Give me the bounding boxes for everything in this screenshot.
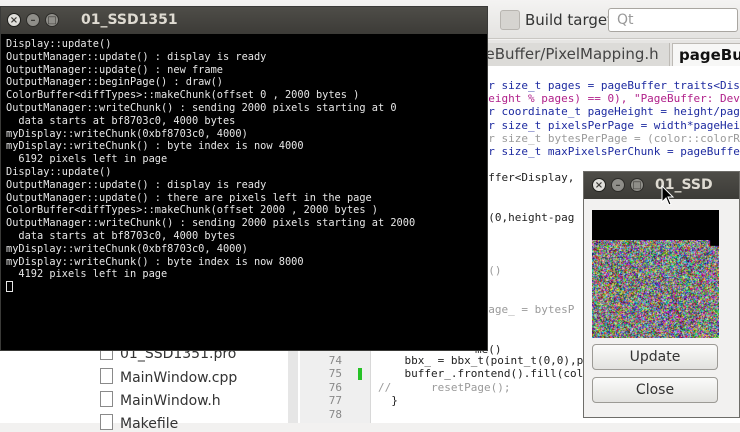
terminal-output[interactable]: Display::update() OutputManager::update()… bbox=[6, 38, 486, 348]
build-target-value: Qt bbox=[617, 12, 634, 28]
mouse-pointer-icon bbox=[661, 185, 675, 206]
terminal-line: OutputManager::beginPage() : draw() bbox=[6, 76, 223, 89]
line-number: 77 bbox=[328, 394, 342, 408]
terminal-line: data starts at bf8703c0, 4000 bytes bbox=[6, 229, 236, 242]
terminal-line: data starts at bf8703c0, 4000 bytes bbox=[6, 114, 236, 127]
editor-tabs: geBuffer/PixelMapping.h pageBuf bbox=[470, 40, 740, 67]
tree-item-makefile[interactable]: Makefile bbox=[100, 414, 178, 432]
code-line: xpr coordinate_t pageHeight = height/pag… bbox=[475, 105, 740, 119]
terminal-line: 4192 pixels left in page bbox=[6, 268, 168, 281]
line-number: 78 bbox=[328, 407, 342, 421]
display-noise bbox=[592, 240, 719, 338]
maximize-icon[interactable]: □ bbox=[630, 178, 644, 192]
code-line: (height % pages) == 0), "PageBuffer: Dev… bbox=[475, 92, 740, 106]
change-marker bbox=[358, 368, 362, 380]
terminal-line: myDisplay::writeChunk(0xbf8703c0, 4000) bbox=[6, 127, 248, 140]
tab-pagebuffer[interactable]: pageBuf bbox=[672, 43, 740, 66]
line-number: 74 bbox=[328, 354, 342, 367]
code-line: } bbox=[378, 394, 398, 408]
close-icon[interactable]: × bbox=[592, 178, 606, 192]
terminal-line: OutputManager::update() : display is rea… bbox=[6, 50, 267, 63]
code-line: xpr size_t pixelsPerPage = width*pageHei bbox=[475, 118, 740, 132]
code-line: xpr size_t bytesPerPage = (color::colorR… bbox=[475, 131, 740, 145]
app-window: × – □ 01_SSD Update Close bbox=[583, 171, 740, 418]
build-icon[interactable] bbox=[500, 10, 520, 30]
terminal-title: 01_SSD1351 bbox=[81, 12, 178, 28]
code-line: nPage_ = bytesP bbox=[475, 303, 575, 317]
file-icon bbox=[100, 414, 113, 430]
terminal-line: OutputManager::writeChunk() : sending 20… bbox=[6, 217, 416, 230]
file-icon bbox=[100, 368, 113, 384]
terminal-line: OutputManager::update() : there are pixe… bbox=[6, 191, 372, 204]
terminal-cursor bbox=[6, 281, 13, 293]
terminal-line: Display::update() bbox=[6, 38, 112, 50]
terminal-line: OutputManager::update() : display is rea… bbox=[6, 178, 267, 191]
build-target-label: Build target: bbox=[525, 11, 619, 29]
code-line: Buffer<Display, bbox=[475, 171, 575, 185]
terminal-line: ColorBuffer<diffTypes>::makeChunk(offset… bbox=[6, 204, 378, 217]
code-line: buffer_.frontend().fill(col bbox=[378, 367, 584, 381]
code-line: _t(0,height-pag bbox=[475, 211, 575, 224]
build-target-select[interactable]: Qt bbox=[608, 8, 738, 32]
code-line: xpr size_t maxPixelsPerChunk = pageBuffe bbox=[475, 145, 740, 158]
close-icon[interactable]: × bbox=[7, 13, 21, 27]
maximize-icon[interactable]: □ bbox=[45, 13, 59, 27]
code-line: // resetPage(); bbox=[378, 380, 511, 394]
code-line: bbx_ = bbx_t(point_t(0,0),p bbox=[378, 354, 584, 367]
terminal-prompt bbox=[6, 281, 486, 295]
line-number: 76 bbox=[328, 380, 342, 394]
terminal-line: myDisplay::writeChunk() : byte index is … bbox=[6, 255, 304, 268]
close-button[interactable]: Close bbox=[592, 377, 718, 403]
terminal-line: ColorBuffer<diffTypes>::makeChunk(offset… bbox=[6, 89, 360, 102]
minimize-icon[interactable]: – bbox=[26, 13, 40, 27]
minimize-icon[interactable]: – bbox=[611, 178, 625, 192]
terminal-line: myDisplay::writeChunk() : byte index is … bbox=[6, 140, 304, 153]
terminal-line: 6192 pixels left in page bbox=[6, 153, 168, 166]
update-button[interactable]: Update bbox=[592, 344, 718, 370]
terminal-line: Display::update() bbox=[6, 165, 112, 178]
code-line: xpr size_t pages = pageBuffer_traits<Dis bbox=[475, 79, 740, 92]
tree-item-mainwindow-cpp[interactable]: MainWindow.cpp bbox=[100, 368, 237, 386]
line-number: 75 bbox=[328, 367, 342, 381]
display-preview bbox=[592, 210, 719, 338]
file-icon bbox=[100, 391, 113, 407]
tree-item-mainwindow-h[interactable]: MainWindow.h bbox=[100, 391, 221, 409]
tab-pixelmapping[interactable]: geBuffer/PixelMapping.h bbox=[470, 43, 670, 66]
terminal-titlebar[interactable]: × – □ 01_SSD1351 bbox=[1, 7, 487, 34]
terminal-window: × – □ 01_SSD1351 Display::update() Output… bbox=[0, 6, 488, 351]
terminal-line: OutputManager::writeChunk() : sending 20… bbox=[6, 101, 397, 114]
terminal-line: myDisplay::writeChunk(0xbf8703c0, 4000) bbox=[6, 242, 248, 255]
terminal-line: OutputManager::update() : new frame bbox=[6, 63, 223, 76]
